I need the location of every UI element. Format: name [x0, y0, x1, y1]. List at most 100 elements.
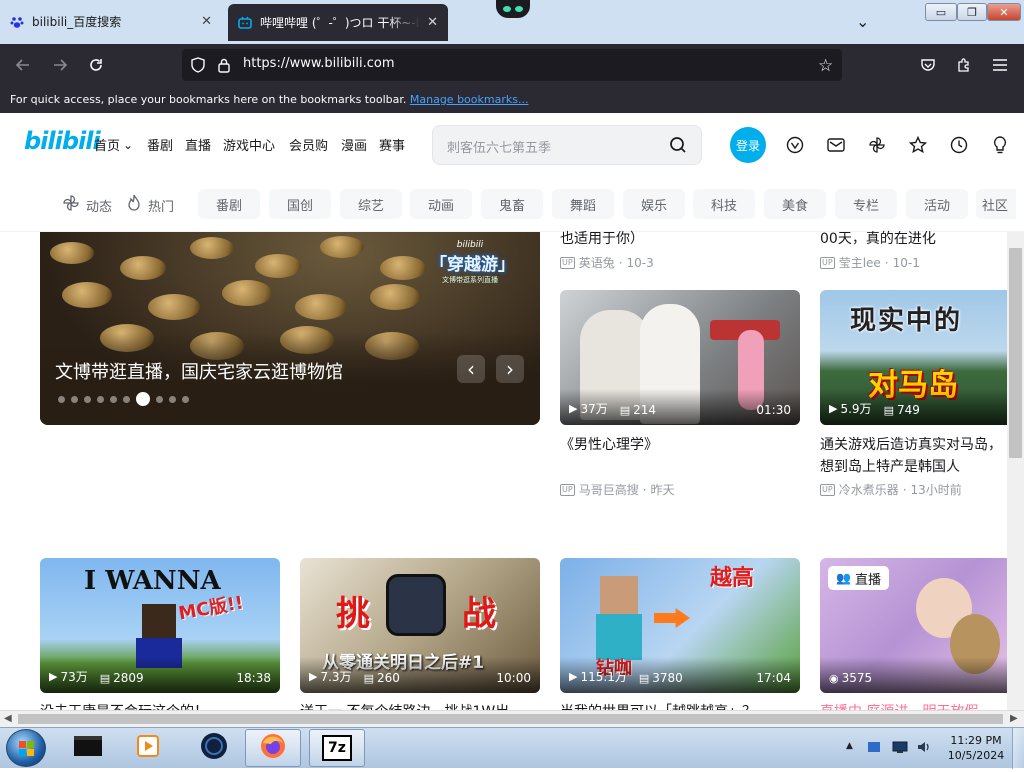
lock-icon[interactable]: [217, 57, 231, 77]
taskbar-orb-app[interactable]: [186, 729, 242, 767]
nav-manga[interactable]: 漫画: [341, 135, 367, 154]
shield-icon[interactable]: [190, 57, 206, 77]
dynamic-fan-icon[interactable]: [867, 135, 887, 155]
carousel-dot[interactable]: [58, 395, 65, 403]
scrollbar-thumb[interactable]: [1009, 248, 1022, 458]
video-card-thumbnail[interactable]: 越高 钻咖 ▶115.1万 ▤3780 17:04: [560, 558, 800, 693]
restore-button[interactable]: ❐: [957, 3, 987, 21]
login-button[interactable]: 登录: [730, 127, 766, 163]
search-box[interactable]: 刺客伍六七第五季: [432, 125, 702, 165]
taskbar-media-player[interactable]: [120, 729, 176, 767]
video-title[interactable]: 通关游戏后造访真实对马岛，想到岛上特产是韩国人: [820, 434, 1007, 478]
menu-hamburger-icon[interactable]: [989, 54, 1011, 76]
carousel-prev-button[interactable]: ‹: [457, 355, 485, 383]
url-text[interactable]: https://www.bilibili.com: [243, 56, 395, 71]
video-card-thumbnail[interactable]: 现实中的 对马岛 ▶ 5.9万 ▤ 749: [820, 290, 1007, 425]
pocket-icon[interactable]: [917, 54, 939, 76]
url-bar[interactable]: https://www.bilibili.com ☆: [182, 49, 842, 81]
system-clock[interactable]: 11:29 PM 10/5/2024: [944, 733, 1008, 763]
video-title[interactable]: 《男性心理学》: [560, 434, 800, 456]
taskbar-7zip[interactable]: 7z: [309, 729, 365, 767]
show-desktop-button[interactable]: [1012, 728, 1024, 769]
horizontal-scrollbar[interactable]: ◀ ▶: [0, 710, 1024, 727]
nav-anime[interactable]: 番剧: [147, 135, 173, 154]
carousel-dot-active[interactable]: [136, 392, 150, 406]
banner-caption[interactable]: 文博带逛直播，国庆宅家云逛博物馆: [55, 358, 343, 384]
manage-bookmarks-link[interactable]: Manage bookmarks...: [410, 93, 529, 106]
carousel-dot[interactable]: [182, 395, 189, 403]
bilibili-logo[interactable]: bilibili: [24, 127, 101, 155]
channel-chip[interactable]: 鬼畜: [481, 189, 543, 219]
channel-chip[interactable]: 科技: [693, 189, 755, 219]
video-author[interactable]: 马哥巨高搜: [579, 481, 639, 498]
banner-carousel[interactable]: bilibili 「穿越游」 文博带逛系列直播 文博带逛直播，国庆宅家云逛博物馆…: [40, 232, 540, 425]
nav-esports[interactable]: 赛事: [379, 135, 405, 154]
video-author[interactable]: 莹主lee: [839, 254, 881, 271]
close-window-button[interactable]: ✕: [987, 3, 1021, 21]
tray-app-icon[interactable]: [866, 739, 882, 759]
carousel-dot[interactable]: [84, 395, 91, 403]
video-card-thumbnail[interactable]: ▶ 37万 ▤ 214 01:30: [560, 290, 800, 425]
close-tab-icon[interactable]: ✕: [427, 15, 438, 30]
live-title[interactable]: 直播中 庭源进，明天放假: [820, 701, 1007, 710]
taskbar-terminal[interactable]: [60, 729, 116, 767]
bookmark-star-icon[interactable]: ☆: [818, 56, 833, 76]
carousel-dot[interactable]: [169, 395, 176, 403]
channel-dynamic[interactable]: 动态: [62, 194, 112, 217]
tab-list-chevron-icon[interactable]: ⌄: [856, 12, 869, 31]
taskbar-firefox[interactable]: [245, 729, 301, 767]
reload-icon[interactable]: [85, 54, 107, 76]
channel-chip[interactable]: 动画: [410, 189, 472, 219]
search-icon[interactable]: [669, 136, 687, 159]
channel-hot[interactable]: 热门: [126, 194, 174, 217]
channel-chip[interactable]: 综艺: [340, 189, 402, 219]
nav-mall[interactable]: 会员购: [289, 135, 328, 154]
live-card-thumbnail[interactable]: 👥 直播 ◉ 3575: [820, 558, 1007, 693]
carousel-dot[interactable]: [110, 395, 117, 403]
message-icon[interactable]: [826, 135, 846, 155]
minimize-button[interactable]: ▭: [925, 3, 957, 21]
tray-expand-icon[interactable]: ▲: [846, 741, 853, 751]
video-title[interactable]: 也适用于你）: [560, 228, 644, 250]
channel-chip[interactable]: 活动: [906, 189, 968, 219]
video-author[interactable]: 冷水煮乐器: [839, 481, 899, 498]
nav-home[interactable]: 首页 ⌄: [94, 135, 133, 155]
channel-chip[interactable]: 娱乐: [623, 189, 685, 219]
creator-bulb-icon[interactable]: [990, 135, 1010, 155]
carousel-dot[interactable]: [71, 395, 78, 403]
search-input[interactable]: 刺客伍六七第五季: [447, 137, 551, 156]
channel-chip[interactable]: 社区: [976, 189, 1016, 219]
carousel-dot[interactable]: [156, 395, 163, 403]
video-author[interactable]: 英语兔: [579, 254, 615, 271]
back-arrow-icon[interactable]: [12, 54, 34, 76]
tab-baidu[interactable]: bilibili_百度搜索 ✕: [0, 3, 222, 40]
channel-chip[interactable]: 专栏: [835, 189, 897, 219]
scroll-right-arrow-icon[interactable]: ▶: [1010, 713, 1018, 724]
channel-chip[interactable]: 美食: [764, 189, 826, 219]
start-orb-icon[interactable]: [6, 729, 46, 767]
carousel-dot[interactable]: [97, 395, 104, 403]
nav-game-center[interactable]: 游戏中心: [223, 135, 275, 154]
scroll-left-arrow-icon[interactable]: ◀: [4, 713, 12, 724]
channel-chip[interactable]: 番剧: [198, 189, 260, 219]
close-tab-icon[interactable]: ✕: [201, 14, 212, 29]
forward-arrow-icon[interactable]: [49, 54, 71, 76]
carousel-next-button[interactable]: ›: [496, 355, 524, 383]
video-title[interactable]: 00天，真的在进化: [820, 228, 936, 250]
channel-chip[interactable]: 舞蹈: [552, 189, 614, 219]
video-title[interactable]: 当我的世界可以「越跳越高」？: [560, 701, 800, 710]
scrollbar-thumb[interactable]: [18, 714, 1003, 724]
video-title[interactable]: 没去玉康是不会玩这个的！: [40, 701, 280, 710]
tab-bilibili[interactable]: 哔哩哔哩 (゜-゜)つロ 干杯~-bili ✕: [228, 4, 448, 41]
network-icon[interactable]: [892, 739, 908, 759]
video-card-thumbnail[interactable]: 挑 战 从零通关明日之后#1 ▶7.3万 ▤260 10:00: [300, 558, 540, 693]
video-title[interactable]: 送王一 不每个结路边，挑战1W出: [300, 701, 540, 710]
video-card-thumbnail[interactable]: I WANNA MC版!! ▶ 73万 ▤ 2809 18:38: [40, 558, 280, 693]
favorites-star-icon[interactable]: [908, 135, 928, 155]
history-clock-icon[interactable]: [949, 135, 969, 155]
vip-icon[interactable]: [785, 135, 805, 155]
vertical-scrollbar[interactable]: [1007, 232, 1024, 710]
volume-icon[interactable]: [916, 739, 932, 759]
channel-chip[interactable]: 国创: [269, 189, 331, 219]
nav-live[interactable]: 直播: [185, 135, 211, 154]
